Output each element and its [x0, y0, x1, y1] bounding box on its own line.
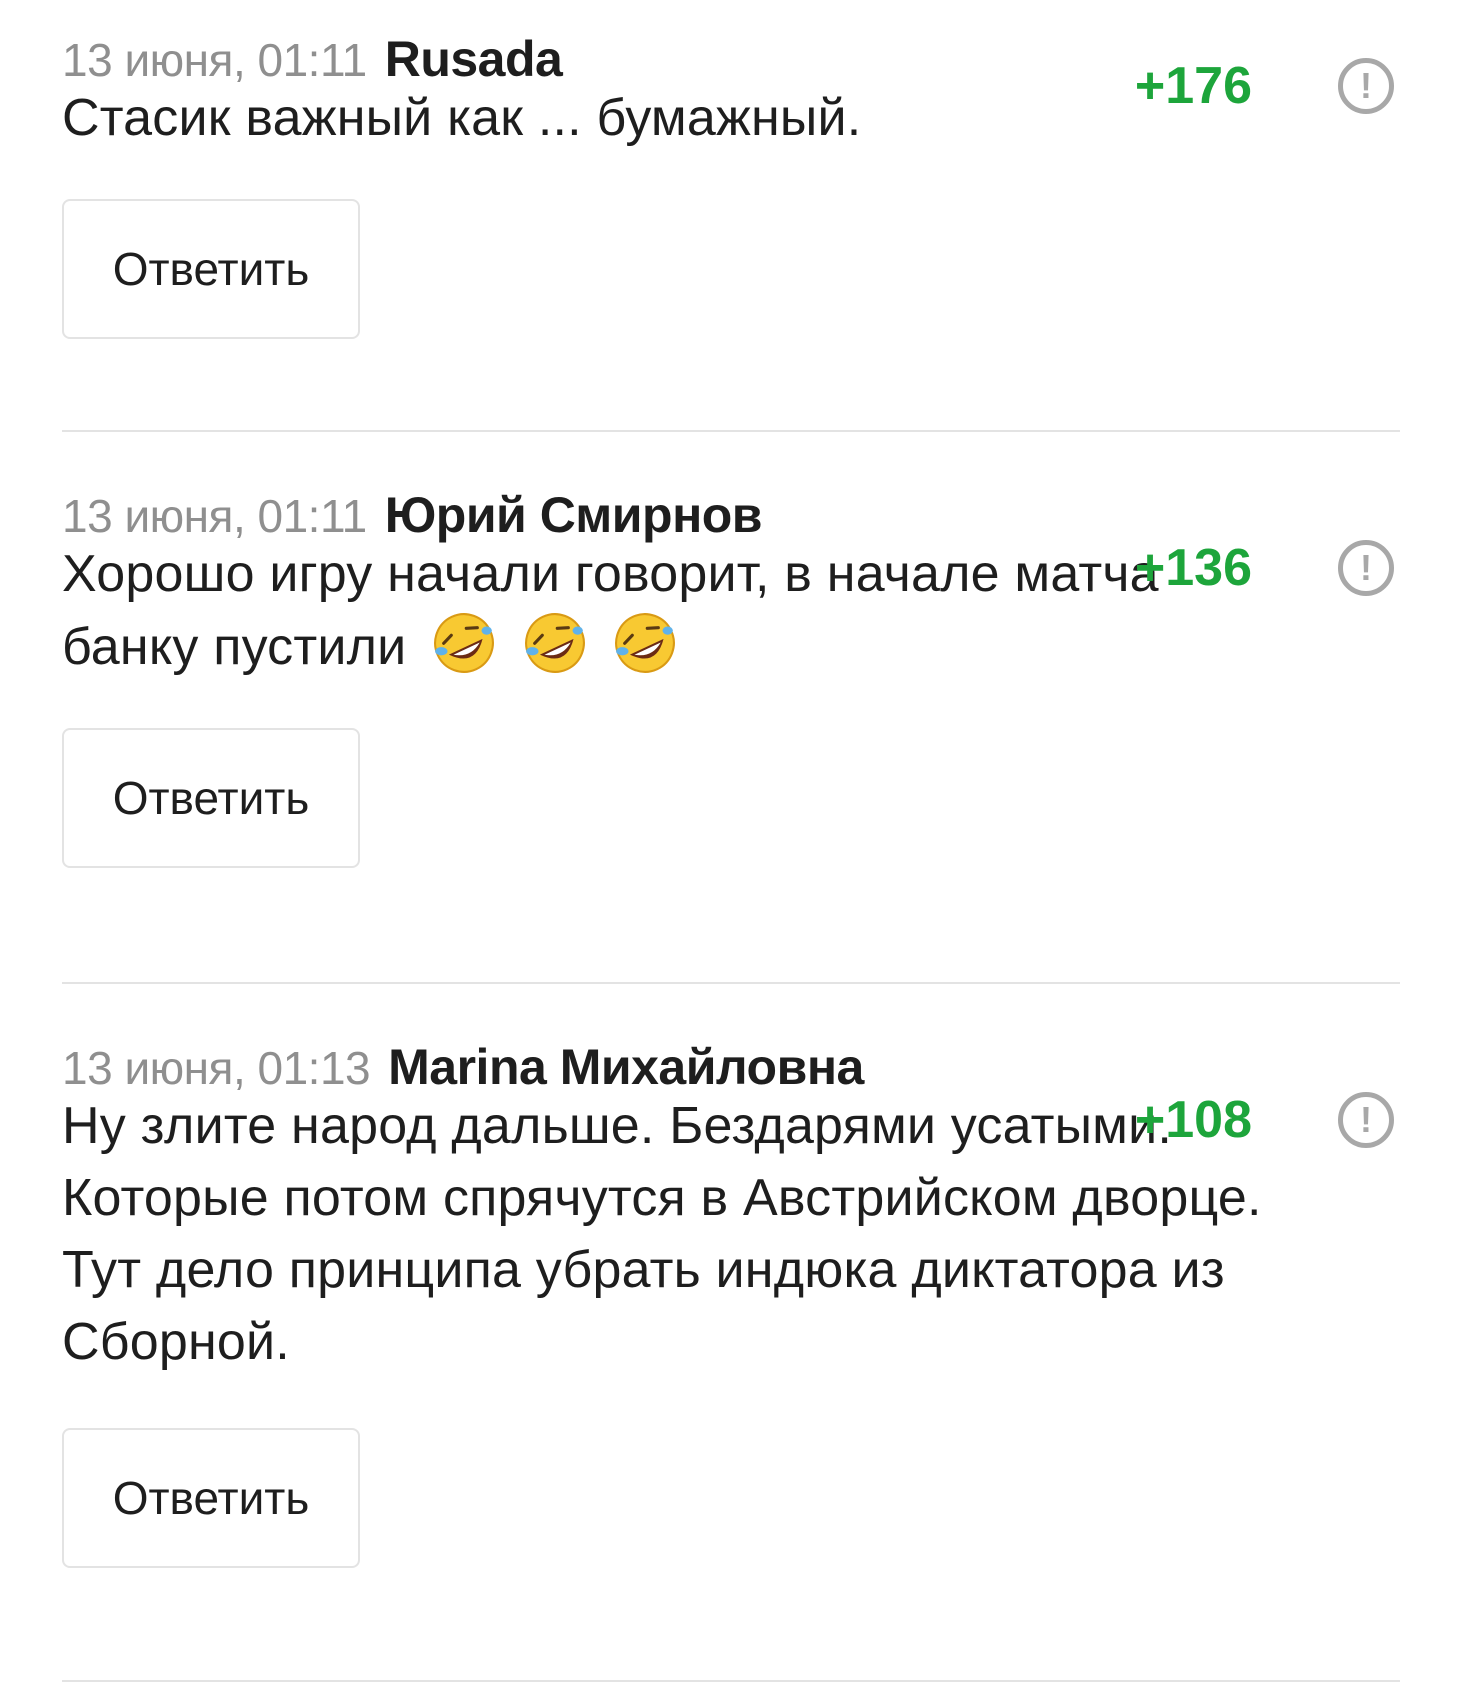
comment-text-line-with-emoji: банку пустили: [62, 610, 1400, 683]
comments-list: 13 июня, 01:11 Rusada +176 ! Стасик важн…: [62, 0, 1400, 1682]
comment-author[interactable]: Marina Михайловна: [388, 1038, 864, 1096]
comment: 13 июня, 01:13 Marina Михайловна +108 ! …: [62, 1038, 1400, 1682]
comment-text-line: банку пустили: [62, 618, 407, 676]
comment-score: +176: [1134, 57, 1252, 115]
report-icon[interactable]: !: [1338, 58, 1394, 114]
comment-time: 13 июня, 01:11: [62, 490, 367, 542]
comment-header: 13 июня, 01:13 Marina Михайловна: [62, 1038, 1400, 1095]
comment: 13 июня, 01:11 Rusada +176 ! Стасик важн…: [62, 30, 1400, 432]
reply-button[interactable]: Ответить: [62, 1428, 360, 1568]
comment-text-line: Сборной.: [62, 1313, 290, 1371]
report-icon[interactable]: !: [1338, 540, 1394, 596]
comment: 13 июня, 01:11 Юрий Смирнов +136 ! Хорош…: [62, 486, 1400, 984]
comment-author[interactable]: Юрий Смирнов: [385, 486, 763, 544]
comment-score: +136: [1134, 539, 1252, 597]
comment-time: 13 июня, 01:11: [62, 34, 367, 86]
reply-button[interactable]: Ответить: [62, 199, 360, 339]
rolling-on-floor-laughing-icon: [434, 613, 494, 673]
comment-text-line: Которые потом спрячутся в Австрийском дв…: [62, 1169, 1262, 1227]
reply-button[interactable]: Ответить: [62, 728, 360, 868]
rolling-on-floor-laughing-icon: [615, 613, 676, 673]
report-icon[interactable]: !: [1338, 1092, 1394, 1148]
comment-header: 13 июня, 01:11 Юрий Смирнов: [62, 486, 1400, 543]
comment-author[interactable]: Rusada: [385, 30, 563, 88]
comment-text-line: Тут дело принципа убрать индюка диктатор…: [62, 1241, 1225, 1299]
comment-score: +108: [1134, 1091, 1252, 1149]
comment-time: 13 июня, 01:13: [62, 1042, 371, 1094]
rolling-on-floor-laughing-icon: [524, 613, 585, 673]
